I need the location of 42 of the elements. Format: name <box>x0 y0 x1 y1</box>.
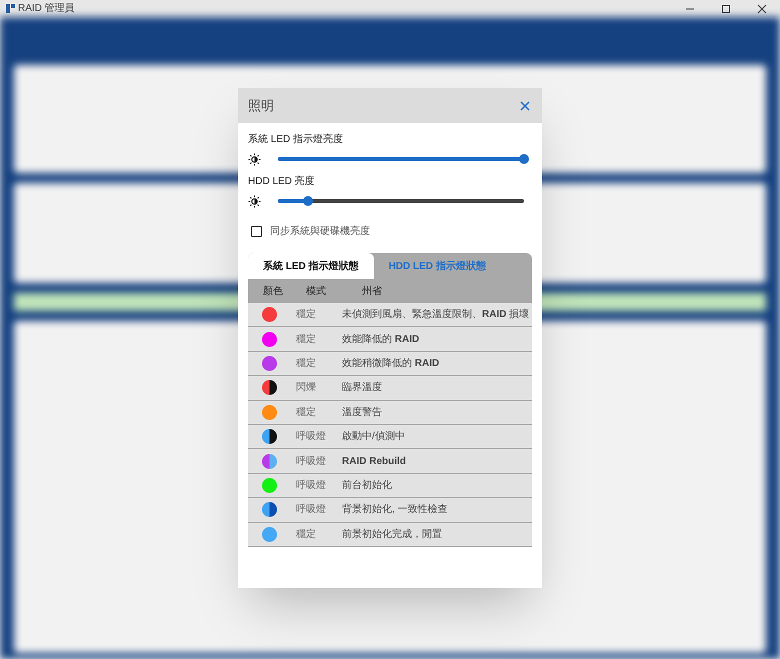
column-header: 顏色 <box>262 284 284 298</box>
brightness-icon <box>248 152 261 166</box>
mode-cell-text: 穩定 <box>296 406 317 420</box>
column-header: 州省 <box>361 284 382 298</box>
mode-cell-text: 穩定 <box>296 528 317 542</box>
window-title: RAID 管理員 <box>18 2 75 16</box>
description-cell-text: 背景初始化, 一致性檢查 <box>342 502 448 518</box>
status-dot <box>262 380 277 396</box>
mode-cell-text: 閃爍 <box>296 380 317 396</box>
maximize-icon <box>721 4 731 14</box>
checkbox-label: 同步系統與硬碟機亮度 <box>270 224 370 238</box>
description-cell-text: 前台初始化 <box>342 478 392 493</box>
close-icon <box>757 4 767 14</box>
mode-cell-text: 呼吸燈 <box>296 454 327 469</box>
status-dot <box>262 429 277 444</box>
description-cell-text: RAID Rebuild <box>342 454 406 469</box>
brightness-icon <box>248 194 261 208</box>
app-icon <box>6 4 15 13</box>
mode-cell-text: 呼吸燈 <box>296 478 327 493</box>
tab[interactable]: 系統 LED 指示燈狀態 <box>248 253 374 279</box>
description-cell-text: 臨界溫度 <box>342 380 382 396</box>
status-dot <box>262 454 277 469</box>
description-cell-text: 前景初始化完成，閒置 <box>342 528 442 542</box>
status-dot <box>262 502 277 518</box>
description-cell-text: 效能稍微降低的 RAID <box>342 356 440 371</box>
slider-thumb[interactable] <box>302 196 313 206</box>
mode-cell-text: 穩定 <box>296 356 317 371</box>
mode-cell-text: 穩定 <box>296 308 317 322</box>
mode-cell-text: 呼吸燈 <box>296 502 327 518</box>
column-header: 模式 <box>305 284 327 298</box>
sync-checkbox[interactable] <box>251 226 262 236</box>
close-icon[interactable] <box>518 98 532 112</box>
description-cell-text: 效能降低的 RAID <box>342 332 420 347</box>
mode-cell-text: 穩定 <box>296 332 317 347</box>
slider-thumb[interactable] <box>519 154 529 164</box>
description-cell-text: 未偵測到風扇、緊急溫度限制、RAID 損壞 <box>342 308 530 322</box>
slider-label: HDD LED 亮度 <box>248 175 316 189</box>
description-cell-text: 啟動中/偵測中 <box>342 430 405 444</box>
dialog-title: 照明 <box>248 96 274 115</box>
slider-label: 系統 LED 指示燈亮度 <box>248 133 344 147</box>
mode-cell-text: 呼吸燈 <box>296 430 327 444</box>
description-cell-text: 溫度警告 <box>342 406 382 420</box>
